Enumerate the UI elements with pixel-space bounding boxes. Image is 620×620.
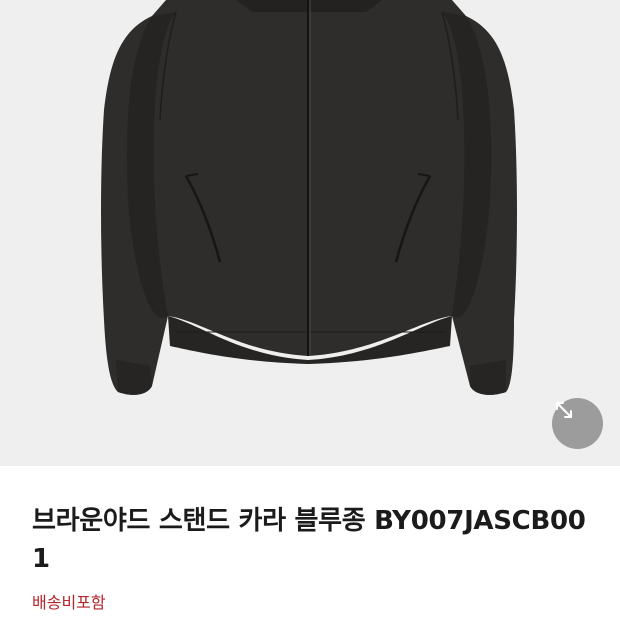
- product-page: 브라운야드 스탠드 카라 블루종 BY007JASCB001 배송비포함: [0, 0, 620, 620]
- product-image[interactable]: [0, 0, 620, 466]
- shipping-badge: 배송비포함: [32, 593, 106, 612]
- product-info: 브라운야드 스탠드 카라 블루종 BY007JASCB001 배송비포함: [0, 466, 620, 620]
- product-title: 브라운야드 스탠드 카라 블루종 BY007JASCB001: [32, 506, 586, 574]
- zoom-button[interactable]: [552, 398, 603, 449]
- expand-arrows-icon: [556, 402, 572, 418]
- product-image-area[interactable]: [0, 0, 620, 466]
